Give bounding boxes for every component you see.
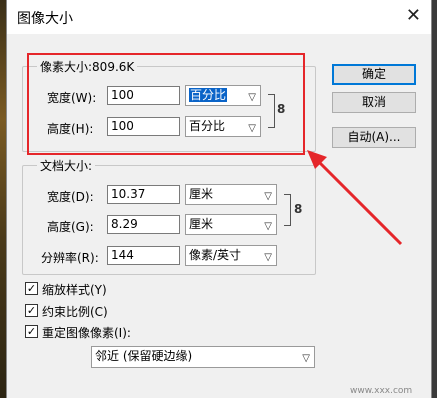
watermark: www.xxx.com <box>350 386 413 396</box>
annotation-arrow <box>307 150 403 246</box>
